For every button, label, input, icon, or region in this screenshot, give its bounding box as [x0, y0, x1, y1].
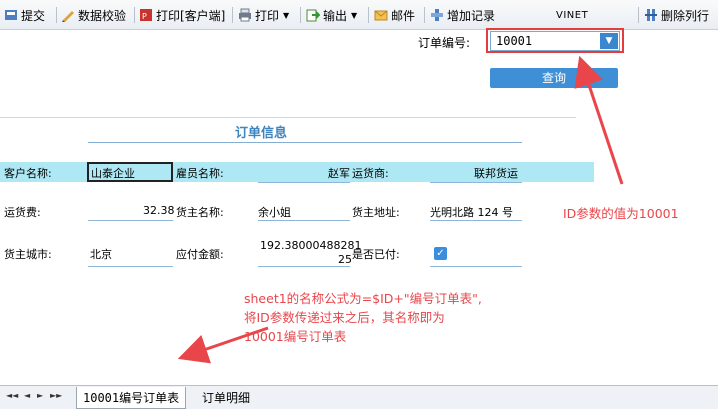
prev-sheet-icon[interactable]: ◄ — [24, 391, 30, 400]
tab-order-sheet-id: 10001 — [83, 391, 120, 405]
next-sheet-icon[interactable]: ► — [37, 391, 43, 400]
sheet-annotation-line2: 将ID参数传递过来之后，其名称即为 — [244, 310, 445, 325]
id-annotation: ID参数的值为10001 — [563, 206, 679, 221]
tab-order-sheet[interactable]: 10001编号订单表 — [76, 387, 187, 409]
tab-order-detail[interactable]: 订单明细 — [196, 387, 256, 409]
sheet-tab-bar: ◄◄ ◄ ► ►► 10001编号订单表 订单明细 — [0, 385, 718, 409]
last-sheet-icon[interactable]: ►► — [50, 391, 62, 400]
sheet-annotation-line1: sheet1的名称公式为=$ID+"编号订单表", — [244, 291, 482, 306]
first-sheet-icon[interactable]: ◄◄ — [6, 391, 18, 400]
tab-order-sheet-label: 编号订单表 — [119, 391, 180, 405]
tab-order-detail-label: 订单明细 — [202, 391, 251, 405]
sheet-annotation-line3: 10001编号订单表 — [244, 329, 347, 344]
